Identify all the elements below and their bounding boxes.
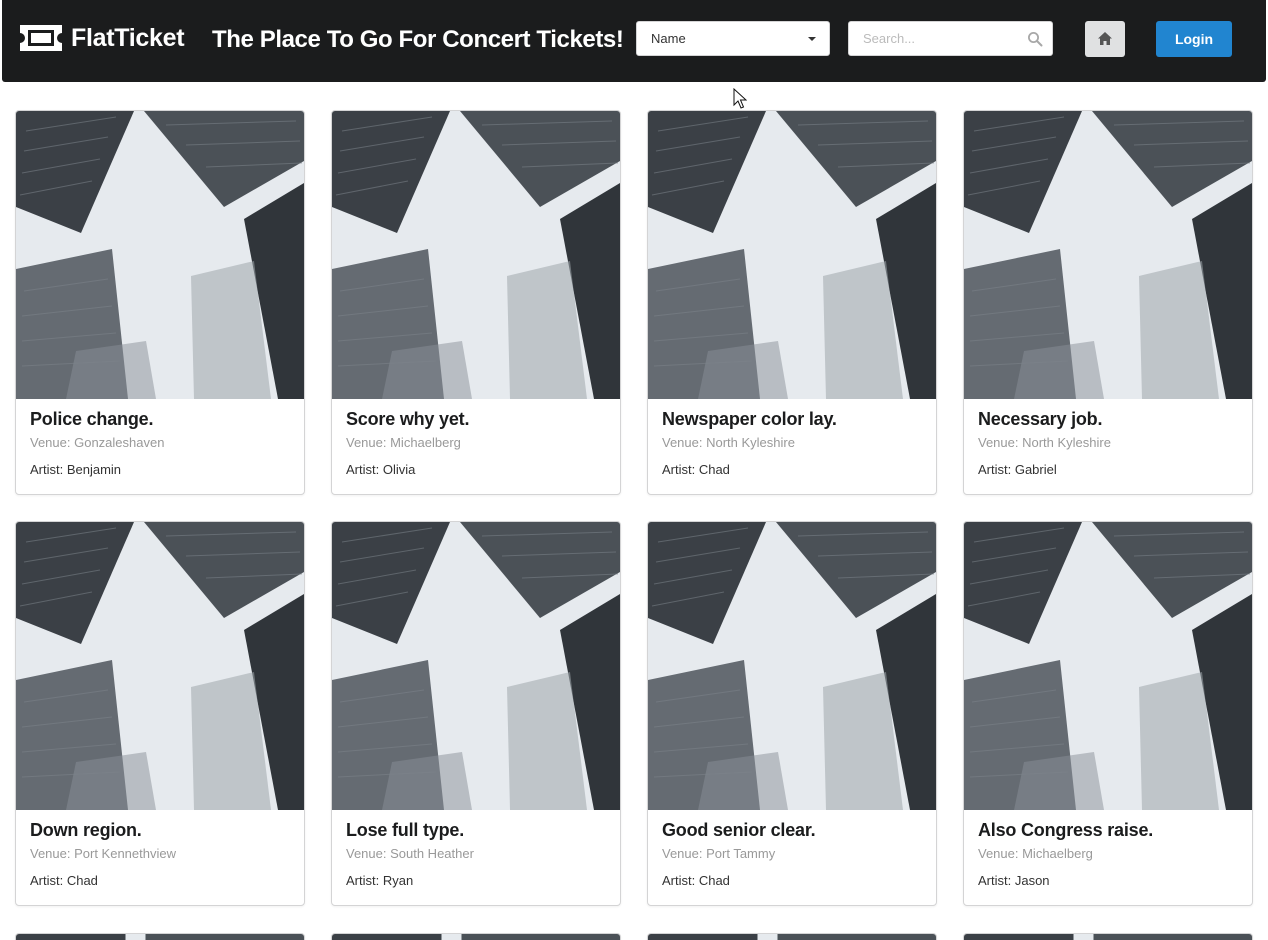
- event-artist: Artist: Gabriel: [978, 462, 1057, 477]
- mouse-cursor-icon: [733, 88, 747, 109]
- event-card[interactable]: Newspaper color lay. Venue: North Kylesh…: [647, 110, 937, 495]
- event-title[interactable]: Police change.: [30, 409, 153, 430]
- event-title[interactable]: Good senior clear.: [662, 820, 816, 841]
- event-card[interactable]: Down region. Venue: Port Kennethview Art…: [15, 521, 305, 906]
- event-card[interactable]: Also Congress raise. Venue: Michaelberg …: [963, 521, 1253, 906]
- event-image: [16, 111, 304, 399]
- event-venue: Venue: North Kyleshire: [662, 435, 795, 450]
- event-venue: Venue: North Kyleshire: [978, 435, 1111, 450]
- event-venue: Venue: Michaelberg: [346, 435, 461, 450]
- event-venue: Venue: Michaelberg: [978, 846, 1093, 861]
- event-artist: Artist: Ryan: [346, 873, 414, 888]
- login-button[interactable]: Login: [1156, 21, 1232, 57]
- ticket-icon: [20, 25, 62, 51]
- home-icon: [1098, 32, 1112, 45]
- search-icon[interactable]: [1027, 31, 1043, 47]
- event-artist: Artist: Olivia: [346, 462, 416, 477]
- event-title[interactable]: Newspaper color lay.: [662, 409, 837, 430]
- event-image: [964, 522, 1252, 810]
- event-image: [332, 522, 620, 810]
- brand-name[interactable]: FlatTicket: [71, 22, 185, 54]
- event-artist: Artist: Chad: [662, 873, 730, 888]
- event-venue: Venue: Port Tammy: [662, 846, 776, 861]
- event-card[interactable]: Score why yet. Venue: Michaelberg Artist…: [331, 110, 621, 495]
- event-card-partial[interactable]: [963, 933, 1253, 940]
- event-title[interactable]: Necessary job.: [978, 409, 1102, 430]
- event-card[interactable]: Necessary job. Venue: North Kyleshire Ar…: [963, 110, 1253, 495]
- event-card-partial[interactable]: [15, 933, 305, 940]
- page-tagline: The Place To Go For Concert Tickets!: [212, 26, 624, 53]
- event-artist: Artist: Chad: [662, 462, 730, 477]
- event-venue: Venue: Gonzaleshaven: [30, 435, 165, 450]
- search-box: [848, 21, 1053, 56]
- caret-down-icon: [808, 37, 816, 41]
- sort-dropdown[interactable]: Name: [636, 21, 830, 56]
- event-title[interactable]: Down region.: [30, 820, 142, 841]
- event-card[interactable]: Good senior clear. Venue: Port Tammy Art…: [647, 521, 937, 906]
- event-card-partial[interactable]: [647, 933, 937, 940]
- event-artist: Artist: Benjamin: [30, 462, 122, 477]
- event-card[interactable]: Police change. Venue: Gonzaleshaven Arti…: [15, 110, 305, 495]
- event-venue: Venue: South Heather: [346, 846, 474, 861]
- event-card-partial[interactable]: [331, 933, 621, 940]
- event-image: [648, 111, 936, 399]
- event-artist: Artist: Chad: [30, 873, 98, 888]
- event-title[interactable]: Lose full type.: [346, 820, 464, 841]
- event-image: [16, 522, 304, 810]
- event-image: [964, 111, 1252, 399]
- event-image: [332, 111, 620, 399]
- home-button[interactable]: [1085, 21, 1125, 57]
- event-card[interactable]: Lose full type. Venue: South Heather Art…: [331, 521, 621, 906]
- top-navigation-bar: FlatTicket The Place To Go For Concert T…: [2, 0, 1266, 82]
- event-title[interactable]: Score why yet.: [346, 409, 469, 430]
- event-title[interactable]: Also Congress raise.: [978, 820, 1153, 841]
- event-image: [648, 522, 936, 810]
- event-artist: Artist: Jason: [978, 873, 1050, 888]
- search-input[interactable]: [849, 22, 1019, 55]
- event-venue: Venue: Port Kennethview: [30, 846, 176, 861]
- sort-selected-value: Name: [651, 31, 686, 46]
